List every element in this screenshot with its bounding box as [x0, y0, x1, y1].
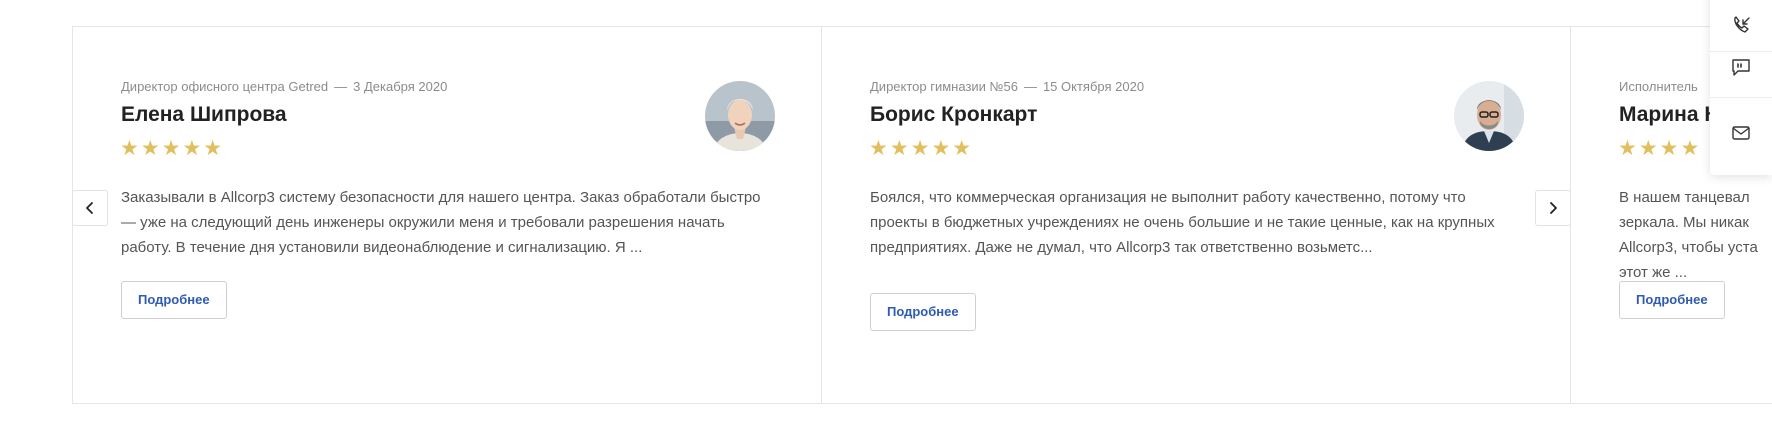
slider-next-button[interactable] [1535, 190, 1571, 226]
review-date: 3 Декабря 2020 [353, 79, 448, 94]
review-text: Боялся, что коммерческая организация не … [870, 189, 1495, 256]
reviewer-name: Елена Шипрова [121, 103, 287, 126]
read-more-button[interactable]: Подробнее [870, 293, 976, 331]
review-position: Директор офисного центра Getred [121, 79, 329, 94]
review-meta: Директор гимназии №56 — 15 Октября 2020 [870, 79, 1144, 94]
review-position: Исполнитель [1619, 79, 1698, 94]
chevron-left-icon [86, 202, 93, 214]
chat-quote-icon [1732, 58, 1750, 76]
reviewer-name: Марина К [1619, 103, 1718, 126]
slider-prev-button[interactable] [72, 190, 108, 226]
review-date: 15 Октября 2020 [1042, 79, 1145, 94]
email-button[interactable] [1710, 102, 1772, 164]
rating-stars: ★★★★ [1618, 137, 1702, 160]
review-meta: Директор офисного центра Getred — 3 Декабр… [121, 79, 447, 94]
review-card: Директор гимназии №56 — 15 Октября 2020 Бо… [821, 26, 1571, 404]
chevron-right-icon [1550, 202, 1557, 214]
avatar [1454, 81, 1524, 151]
review-card: Директор офисного центра Getred — 3 Декабр… [72, 26, 822, 404]
mail-icon [1732, 126, 1750, 140]
read-more-button[interactable]: Подробнее [1619, 281, 1725, 319]
rating-stars: ★★★★★ [869, 137, 974, 160]
phone-callback-icon [1734, 15, 1750, 33]
feedback-button[interactable] [1710, 36, 1772, 98]
review-meta: Исполнитель [1619, 79, 1710, 94]
review-meta-separator: — [334, 79, 348, 94]
review-meta-separator: — [1023, 79, 1037, 94]
rating-stars: ★★★★★ [120, 137, 225, 160]
review-text: Заказывали в Allcorp3 систему безопаснос… [121, 189, 761, 256]
review-text: В нашем танцевал зеркала. Мы никак Allco… [1619, 189, 1758, 281]
avatar [705, 81, 775, 151]
review-position: Директор гимназии №56 [870, 79, 1018, 94]
read-more-button[interactable]: Подробнее [121, 281, 227, 319]
reviews-slider: Директор офисного центра Getred — 3 Декабр… [72, 26, 1772, 404]
reviewer-name: Борис Кронкарт [870, 103, 1038, 126]
contact-side-panel [1710, 0, 1772, 175]
